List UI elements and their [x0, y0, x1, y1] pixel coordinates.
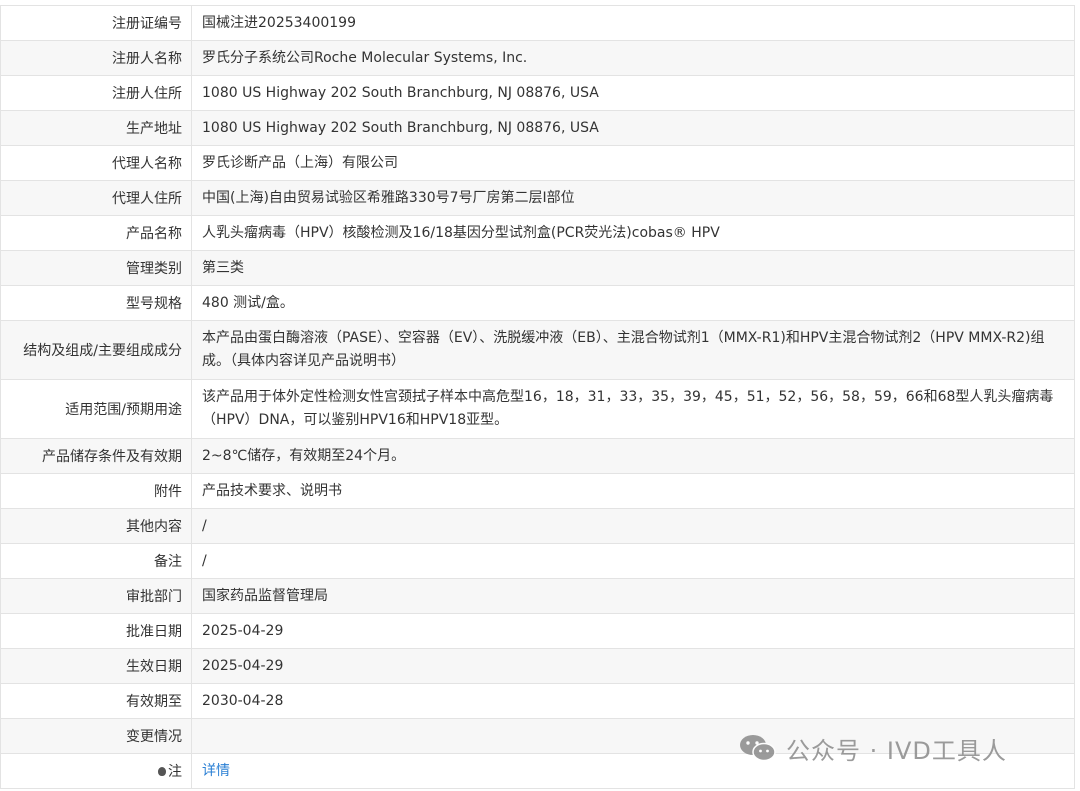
row-value: 2025-04-29 [202, 622, 284, 639]
row-value: / [202, 552, 207, 569]
table-row: 备注 / [1, 544, 1074, 579]
row-label: 代理人住所 [1, 181, 192, 215]
table-row: 管理类别 第三类 [1, 251, 1074, 286]
table-row: 批准日期 2025-04-29 [1, 614, 1074, 649]
table-row: 产品名称 人乳头瘤病毒（HPV）核酸检测及16/18基因分型试剂盒(PCR荧光法… [1, 216, 1074, 251]
row-label: 产品名称 [1, 216, 192, 250]
registration-info-table: 注册证编号 国械注进20253400199 注册人名称 罗氏分子系统公司Roch… [0, 5, 1075, 789]
row-label: 注册证编号 [1, 6, 192, 40]
row-label: 审批部门 [1, 579, 192, 613]
row-label: 生产地址 [1, 111, 192, 145]
row-value: 人乳头瘤病毒（HPV）核酸检测及16/18基因分型试剂盒(PCR荧光法)coba… [202, 224, 720, 241]
row-value: 国械注进20253400199 [202, 14, 356, 31]
table-row: 有效期至 2030-04-28 [1, 684, 1074, 719]
row-label: 注 [1, 754, 192, 788]
row-label: 代理人名称 [1, 146, 192, 180]
table-row: 注册人名称 罗氏分子系统公司Roche Molecular Systems, I… [1, 41, 1074, 76]
row-label: 管理类别 [1, 251, 192, 285]
table-row: 生产地址 1080 US Highway 202 South Branchbur… [1, 111, 1074, 146]
row-label: 注册人名称 [1, 41, 192, 75]
row-value: 本产品由蛋白酶溶液（PASE）、空容器（EV）、洗脱缓冲液（EB）、主混合物试剂… [202, 330, 1045, 369]
row-label: 其他内容 [1, 509, 192, 543]
row-value: 国家药品监督管理局 [202, 587, 328, 604]
table-row: 注册证编号 国械注进20253400199 [1, 6, 1074, 41]
details-link[interactable]: 详情 [202, 760, 230, 783]
note-label: 注 [168, 764, 182, 780]
row-value: 1080 US Highway 202 South Branchburg, NJ… [202, 84, 599, 101]
row-value: 产品技术要求、说明书 [202, 482, 342, 499]
table-row: 注册人住所 1080 US Highway 202 South Branchbu… [1, 76, 1074, 111]
table-row: 审批部门 国家药品监督管理局 [1, 579, 1074, 614]
table-row: 附件 产品技术要求、说明书 [1, 474, 1074, 509]
row-label: 附件 [1, 474, 192, 508]
row-value: 中国(上海)自由贸易试验区希雅路330号7号厂房第二层I部位 [202, 189, 575, 206]
row-label: 有效期至 [1, 684, 192, 718]
bulb-icon [158, 766, 166, 776]
table-row: 代理人名称 罗氏诊断产品（上海）有限公司 [1, 146, 1074, 181]
watermark: 公众号 · IVD工具人 [738, 730, 1007, 766]
table-row: 结构及组成/主要组成成分 本产品由蛋白酶溶液（PASE）、空容器（EV）、洗脱缓… [1, 321, 1074, 380]
row-label: 适用范围/预期用途 [1, 380, 192, 438]
row-value: 1080 US Highway 202 South Branchburg, NJ… [202, 119, 599, 136]
table-row: 适用范围/预期用途 该产品用于体外定性检测女性宫颈拭子样本中高危型16，18，3… [1, 380, 1074, 439]
wechat-icon [740, 735, 776, 762]
row-value: / [202, 517, 207, 534]
table-row: 其他内容 / [1, 509, 1074, 544]
row-value: 第三类 [202, 259, 244, 276]
row-label: 备注 [1, 544, 192, 578]
table-row: 代理人住所 中国(上海)自由贸易试验区希雅路330号7号厂房第二层I部位 [1, 181, 1074, 216]
row-value: 480 测试/盒。 [202, 294, 294, 311]
row-label: 生效日期 [1, 649, 192, 683]
row-value: 罗氏分子系统公司Roche Molecular Systems, Inc. [202, 49, 528, 66]
row-value: 2~8℃储存，有效期至24个月。 [202, 447, 406, 464]
row-label: 批准日期 [1, 614, 192, 648]
table-row: 生效日期 2025-04-29 [1, 649, 1074, 684]
row-label: 注册人住所 [1, 76, 192, 110]
row-value: 该产品用于体外定性检测女性宫颈拭子样本中高危型16，18，31，33，35，39… [202, 389, 1054, 428]
table-row: 型号规格 480 测试/盒。 [1, 286, 1074, 321]
row-value: 罗氏诊断产品（上海）有限公司 [202, 154, 398, 171]
row-value: 2030-04-28 [202, 692, 284, 709]
row-label: 型号规格 [1, 286, 192, 320]
row-label: 变更情况 [1, 719, 192, 753]
row-label: 结构及组成/主要组成成分 [1, 321, 192, 379]
table-row: 产品储存条件及有效期 2~8℃储存，有效期至24个月。 [1, 439, 1074, 474]
row-label: 产品储存条件及有效期 [1, 439, 192, 473]
row-value: 2025-04-29 [202, 657, 284, 674]
watermark-text: 公众号 · IVD工具人 [786, 736, 1007, 765]
